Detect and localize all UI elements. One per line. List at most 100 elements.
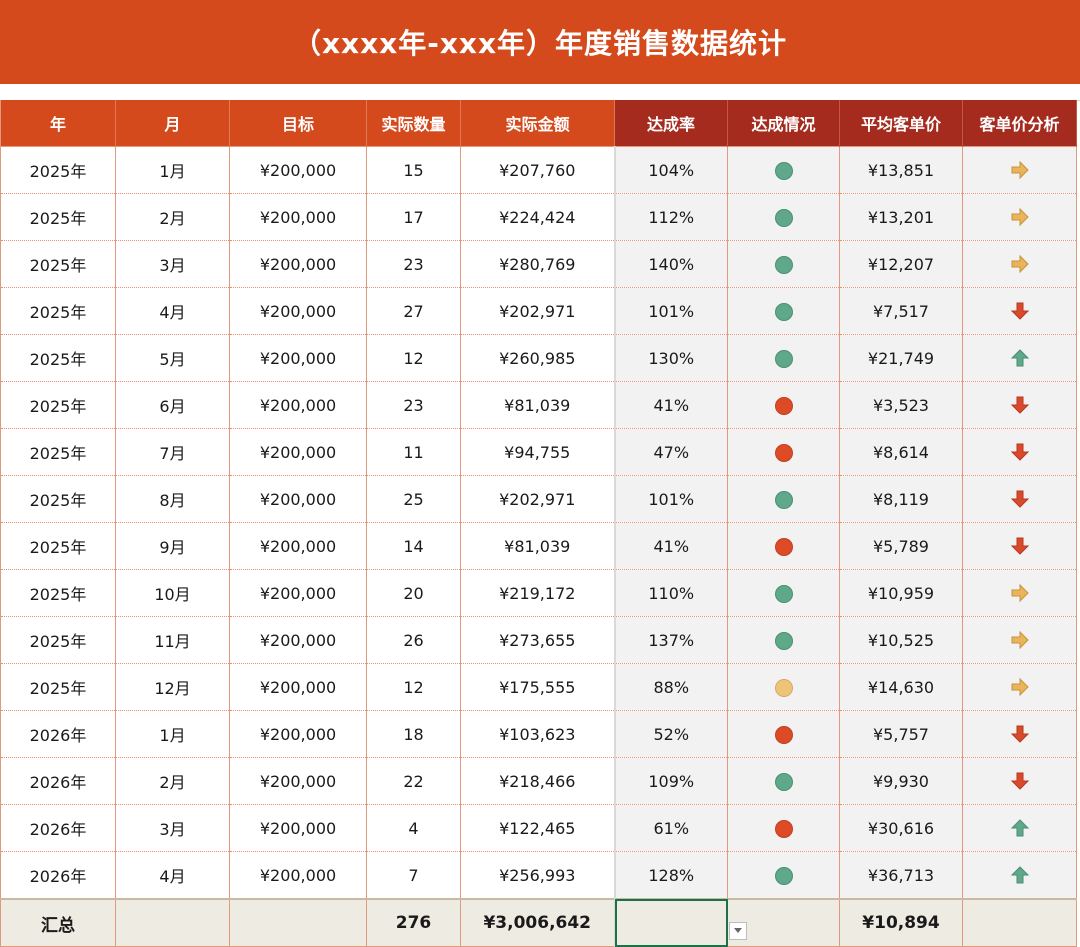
- cell-year[interactable]: 2026年: [0, 851, 116, 900]
- cell-amount[interactable]: ¥202,971: [460, 287, 615, 335]
- cell-year[interactable]: 2025年: [0, 522, 116, 570]
- cell-qty[interactable]: 23: [366, 240, 461, 288]
- cell-qty[interactable]: 25: [366, 475, 461, 523]
- cell-year[interactable]: 2025年: [0, 428, 116, 476]
- cell-amount[interactable]: ¥94,755: [460, 428, 615, 476]
- cell-month[interactable]: 4月: [115, 851, 230, 900]
- cell-target[interactable]: ¥200,000: [229, 475, 367, 523]
- cell-year[interactable]: 2026年: [0, 757, 116, 805]
- cell-month[interactable]: 8月: [115, 475, 230, 523]
- cell-rate[interactable]: 110%: [613, 569, 728, 617]
- cell-avg-price[interactable]: ¥8,119: [839, 475, 963, 523]
- header-qty[interactable]: 实际数量: [366, 100, 461, 147]
- cell-status[interactable]: [727, 804, 840, 852]
- cell-month[interactable]: 3月: [115, 240, 230, 288]
- cell-month[interactable]: 6月: [115, 381, 230, 429]
- totals-month-cell[interactable]: [115, 898, 230, 947]
- cell-target[interactable]: ¥200,000: [229, 193, 367, 241]
- cell-status[interactable]: [727, 334, 840, 382]
- cell-rate[interactable]: 137%: [613, 616, 728, 664]
- cell-amount[interactable]: ¥122,465: [460, 804, 615, 852]
- cell-avg-price[interactable]: ¥30,616: [839, 804, 963, 852]
- cell-status[interactable]: [727, 287, 840, 335]
- cell-rate[interactable]: 101%: [613, 475, 728, 523]
- cell-avg-analysis[interactable]: [962, 146, 1077, 194]
- cell-qty[interactable]: 12: [366, 663, 461, 711]
- cell-rate[interactable]: 140%: [613, 240, 728, 288]
- totals-analysis-cell[interactable]: [962, 898, 1077, 947]
- cell-avg-analysis[interactable]: [962, 287, 1077, 335]
- totals-qty[interactable]: 276: [366, 898, 461, 947]
- cell-target[interactable]: ¥200,000: [229, 240, 367, 288]
- cell-year[interactable]: 2025年: [0, 240, 116, 288]
- cell-avg-price[interactable]: ¥13,201: [839, 193, 963, 241]
- cell-avg-analysis[interactable]: [962, 710, 1077, 758]
- cell-amount[interactable]: ¥224,424: [460, 193, 615, 241]
- cell-target[interactable]: ¥200,000: [229, 146, 367, 194]
- header-rate[interactable]: 达成率: [614, 100, 728, 147]
- cell-month[interactable]: 1月: [115, 146, 230, 194]
- cell-year[interactable]: 2025年: [0, 287, 116, 335]
- header-amount[interactable]: 实际金额: [460, 100, 615, 147]
- totals-avg[interactable]: ¥10,894: [839, 898, 963, 947]
- cell-amount[interactable]: ¥273,655: [460, 616, 615, 664]
- cell-rate[interactable]: 52%: [613, 710, 728, 758]
- cell-status[interactable]: [727, 240, 840, 288]
- cell-avg-price[interactable]: ¥14,630: [839, 663, 963, 711]
- cell-avg-analysis[interactable]: [962, 193, 1077, 241]
- cell-status[interactable]: [727, 522, 840, 570]
- header-target[interactable]: 目标: [229, 100, 367, 147]
- totals-rate-cell-selected[interactable]: [613, 898, 728, 947]
- cell-month[interactable]: 7月: [115, 428, 230, 476]
- cell-rate[interactable]: 109%: [613, 757, 728, 805]
- cell-status[interactable]: [727, 381, 840, 429]
- cell-status[interactable]: [727, 193, 840, 241]
- cell-target[interactable]: ¥200,000: [229, 569, 367, 617]
- cell-avg-analysis[interactable]: [962, 663, 1077, 711]
- cell-year[interactable]: 2026年: [0, 710, 116, 758]
- header-avg-analysis[interactable]: 客单价分析: [962, 100, 1077, 147]
- cell-status[interactable]: [727, 851, 840, 900]
- cell-month[interactable]: 5月: [115, 334, 230, 382]
- cell-amount[interactable]: ¥202,971: [460, 475, 615, 523]
- cell-month[interactable]: 3月: [115, 804, 230, 852]
- cell-qty[interactable]: 11: [366, 428, 461, 476]
- totals-label[interactable]: 汇总: [0, 898, 116, 947]
- cell-rate[interactable]: 104%: [613, 146, 728, 194]
- cell-target[interactable]: ¥200,000: [229, 381, 367, 429]
- cell-year[interactable]: 2025年: [0, 381, 116, 429]
- cell-month[interactable]: 11月: [115, 616, 230, 664]
- header-month[interactable]: 月: [115, 100, 230, 147]
- cell-rate[interactable]: 41%: [613, 522, 728, 570]
- cell-avg-analysis[interactable]: [962, 428, 1077, 476]
- cell-target[interactable]: ¥200,000: [229, 334, 367, 382]
- cell-avg-price[interactable]: ¥9,930: [839, 757, 963, 805]
- cell-qty[interactable]: 18: [366, 710, 461, 758]
- cell-avg-price[interactable]: ¥10,959: [839, 569, 963, 617]
- cell-target[interactable]: ¥200,000: [229, 522, 367, 570]
- cell-target[interactable]: ¥200,000: [229, 616, 367, 664]
- cell-rate[interactable]: 47%: [613, 428, 728, 476]
- cell-month[interactable]: 4月: [115, 287, 230, 335]
- cell-year[interactable]: 2025年: [0, 569, 116, 617]
- cell-amount[interactable]: ¥103,623: [460, 710, 615, 758]
- cell-month[interactable]: 2月: [115, 193, 230, 241]
- cell-avg-analysis[interactable]: [962, 569, 1077, 617]
- cell-status[interactable]: [727, 428, 840, 476]
- cell-qty[interactable]: 17: [366, 193, 461, 241]
- cell-month[interactable]: 1月: [115, 710, 230, 758]
- cell-avg-price[interactable]: ¥13,851: [839, 146, 963, 194]
- cell-status[interactable]: [727, 757, 840, 805]
- cell-target[interactable]: ¥200,000: [229, 710, 367, 758]
- cell-status[interactable]: [727, 475, 840, 523]
- cell-target[interactable]: ¥200,000: [229, 663, 367, 711]
- cell-avg-analysis[interactable]: [962, 475, 1077, 523]
- totals-amount[interactable]: ¥3,006,642: [460, 898, 615, 947]
- cell-month[interactable]: 9月: [115, 522, 230, 570]
- header-year[interactable]: 年: [0, 100, 116, 147]
- totals-target-cell[interactable]: [229, 898, 367, 947]
- cell-month[interactable]: 2月: [115, 757, 230, 805]
- cell-rate[interactable]: 101%: [613, 287, 728, 335]
- cell-target[interactable]: ¥200,000: [229, 757, 367, 805]
- cell-qty[interactable]: 23: [366, 381, 461, 429]
